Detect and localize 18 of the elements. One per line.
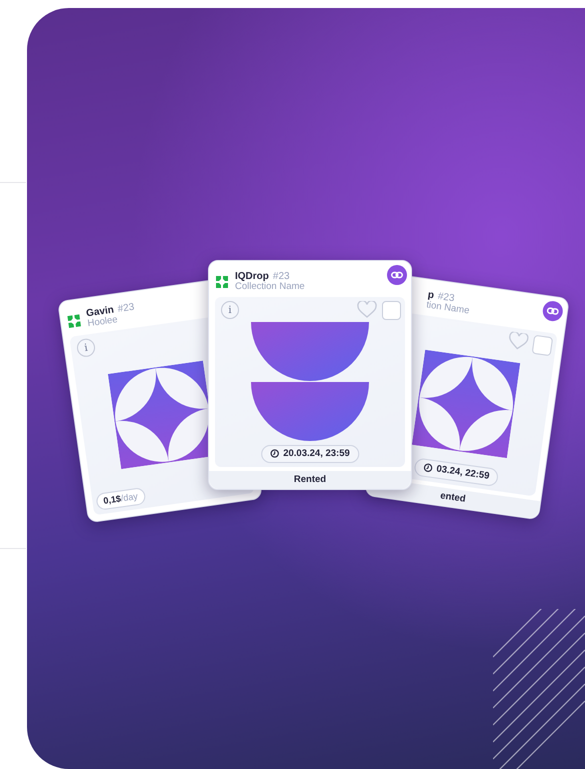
heart-icon[interactable] xyxy=(507,331,530,352)
clock-icon xyxy=(270,449,280,458)
rental-status: Rented xyxy=(209,471,411,489)
date-text: 20.03.24, 23:59 xyxy=(283,446,350,461)
token-number: #23 xyxy=(272,271,290,282)
card-title: IQDrop xyxy=(235,271,269,282)
info-button[interactable]: i xyxy=(221,301,239,319)
clover-logo-icon xyxy=(215,275,229,289)
clock-icon xyxy=(422,463,434,474)
select-checkbox[interactable] xyxy=(382,301,401,320)
info-button[interactable]: i xyxy=(76,338,96,358)
heart-icon[interactable] xyxy=(357,301,377,319)
collection-name: Collection Name xyxy=(235,282,305,293)
clover-logo-icon xyxy=(66,313,82,330)
card-title: p xyxy=(427,290,435,302)
select-checkbox[interactable] xyxy=(532,334,554,356)
token-number: #23 xyxy=(117,302,136,316)
price-tag: 0,1$ /day xyxy=(95,486,146,511)
